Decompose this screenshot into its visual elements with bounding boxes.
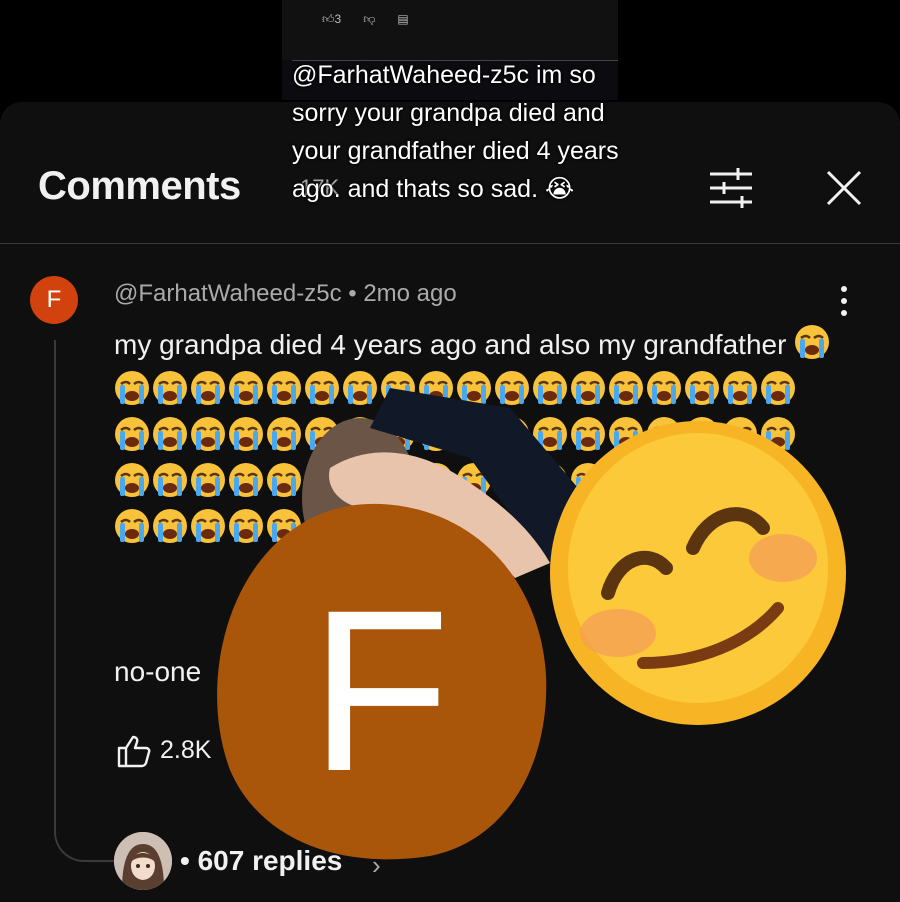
like-count: 2.8K — [160, 736, 212, 764]
crying-face-icon — [191, 463, 225, 497]
comment-time: 2mo ago — [363, 280, 457, 307]
reply-icon: ▤ — [397, 12, 409, 26]
overlay-comment-text: @FarhatWaheed-z5c im so sorry your grand… — [292, 61, 619, 203]
comment-author[interactable]: @FarhatWaheed-z5c — [114, 280, 342, 307]
thread-curve — [54, 800, 116, 862]
crying-face-icon — [115, 417, 149, 451]
more-options-icon[interactable] — [834, 284, 854, 318]
like-icon[interactable] — [116, 734, 152, 768]
comment-text: my grandpa died 4 years ago and also my … — [114, 329, 787, 360]
sticker-letter: F — [310, 562, 451, 819]
crying-face-icon — [229, 417, 263, 451]
crying-face-icon — [153, 417, 187, 451]
crying-face-icon — [685, 371, 719, 405]
crying-face-icon — [115, 463, 149, 497]
header-divider — [0, 243, 900, 244]
crying-face-icon — [191, 371, 225, 405]
fragment-bar — [282, 0, 618, 60]
big-letter-f-sticker: F — [217, 503, 547, 860]
like-icon: 👍︎3 — [322, 12, 342, 26]
crying-face-icon — [723, 371, 757, 405]
crying-face-icon — [153, 463, 187, 497]
dislike-icon: 👎︎ — [363, 12, 376, 26]
fragment-actions: 👍︎3 👎︎ ▤ — [322, 12, 409, 27]
crying-face-icon — [267, 463, 301, 497]
reply-avatar[interactable] — [114, 832, 172, 890]
close-icon[interactable] — [824, 168, 864, 208]
crying-face-icon — [115, 509, 149, 543]
crying-face-icon — [267, 417, 301, 451]
page-title: Comments — [38, 164, 241, 208]
thread-line — [54, 340, 56, 810]
crying-face-icon — [229, 371, 263, 405]
crying-face-icon — [647, 371, 681, 405]
crying-face-icon — [153, 509, 187, 543]
smiling-face-sticker — [550, 421, 846, 725]
filter-icon[interactable] — [708, 168, 754, 208]
crying-face-icon — [229, 463, 263, 497]
crying-face-icon — [609, 371, 643, 405]
crying-face-icon — [795, 325, 830, 359]
crying-face-icon — [115, 371, 149, 405]
meta-separator: • — [348, 280, 357, 307]
comment-tail-text: no-one — [114, 656, 202, 687]
crying-face-icon — [267, 371, 301, 405]
crying-face-icon — [191, 417, 225, 451]
crying-face-icon — [761, 371, 795, 405]
comment-meta: @FarhatWaheed-z5c • 2mo ago — [114, 280, 457, 308]
crying-face-icon — [153, 371, 187, 405]
avatar[interactable]: F — [30, 276, 78, 324]
